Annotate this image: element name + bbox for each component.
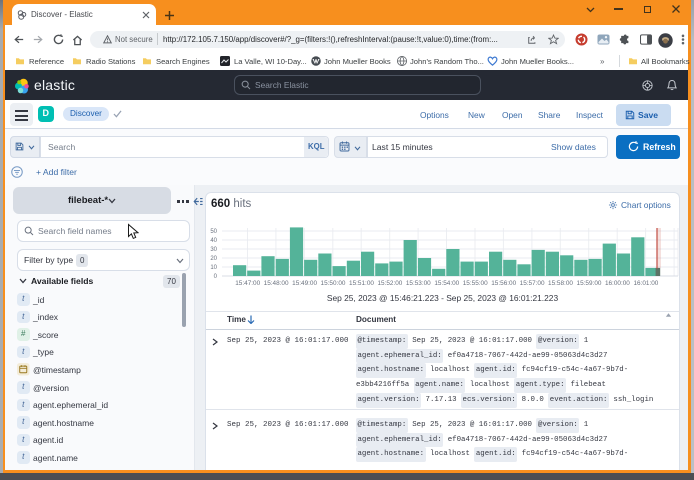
svg-text:20: 20 [210,256,217,262]
svg-text:0: 0 [214,274,218,280]
svg-text:16:01:00: 16:01:00 [633,280,658,287]
svg-text:15:58:00: 15:58:00 [548,280,573,287]
svg-text:15:54:00: 15:54:00 [434,280,459,287]
svg-text:40: 40 [210,238,217,244]
svg-text:50: 50 [210,229,217,235]
svg-text:15:52:00: 15:52:00 [377,280,402,287]
svg-text:30: 30 [210,247,217,253]
svg-text:15:57:00: 15:57:00 [520,280,545,287]
svg-text:15:49:00: 15:49:00 [292,280,317,287]
svg-text:10: 10 [210,265,217,271]
svg-text:15:51:00: 15:51:00 [349,280,374,287]
svg-text:15:47:00: 15:47:00 [235,280,260,287]
svg-text:15:50:00: 15:50:00 [321,280,346,287]
svg-text:15:56:00: 15:56:00 [491,280,516,287]
svg-text:15:59:00: 15:59:00 [577,280,602,287]
svg-text:15:48:00: 15:48:00 [264,280,289,287]
svg-text:15:55:00: 15:55:00 [463,280,488,287]
svg-text:15:53:00: 15:53:00 [406,280,431,287]
svg-text:16:00:00: 16:00:00 [605,280,630,287]
